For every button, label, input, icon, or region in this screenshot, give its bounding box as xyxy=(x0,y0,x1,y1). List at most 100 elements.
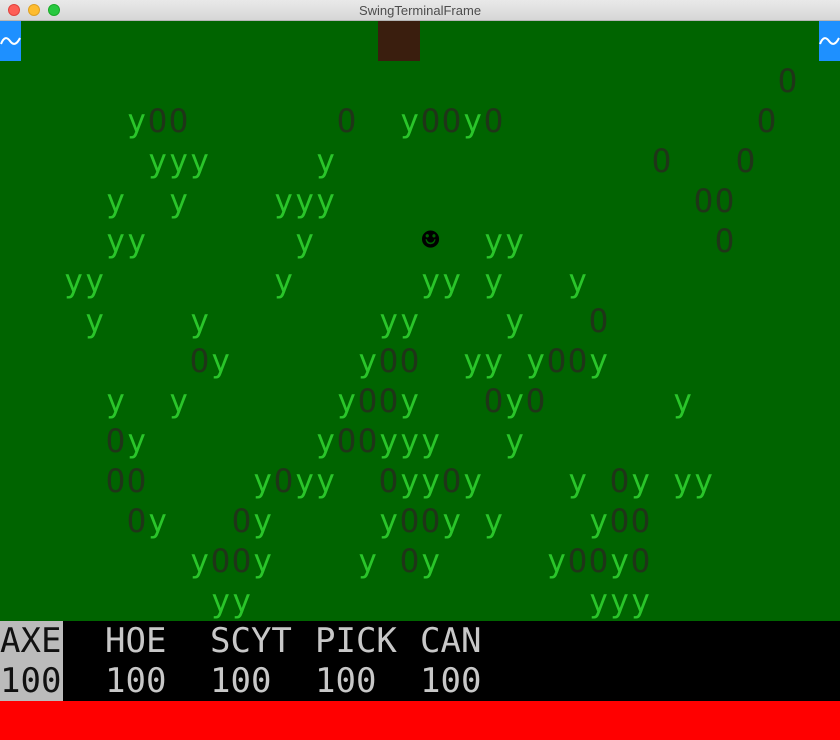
rock-tile: O xyxy=(357,382,378,420)
rock-tile: O xyxy=(567,342,588,380)
grass-tile: y xyxy=(672,462,693,500)
water-tile-right xyxy=(819,21,840,61)
grass-tile: y xyxy=(189,302,210,340)
grass-tile: y xyxy=(420,462,441,500)
grass-tile: y xyxy=(168,382,189,420)
rock-tile: O xyxy=(609,462,630,500)
rock-tile: O xyxy=(693,182,714,220)
rock-tile: O xyxy=(777,62,798,100)
grass-tile: y xyxy=(399,302,420,340)
rock-tile: O xyxy=(126,462,147,500)
grass-tile: y xyxy=(567,262,588,300)
grass-tile: y xyxy=(483,502,504,540)
grass-tile: y xyxy=(462,462,483,500)
rock-tile: O xyxy=(336,102,357,140)
rock-tile: O xyxy=(546,342,567,380)
grass-tile: y xyxy=(315,182,336,220)
grass-tile: y xyxy=(168,142,189,180)
tool-name: SCYT xyxy=(210,621,292,661)
grass-tile: y xyxy=(210,582,231,620)
rock-tile: O xyxy=(273,462,294,500)
rock-tile: O xyxy=(231,502,252,540)
grass-tile: y xyxy=(252,502,273,540)
rock-tile: O xyxy=(483,102,504,140)
window-titlebar: SwingTerminalFrame xyxy=(0,0,840,21)
rock-tile: O xyxy=(147,102,168,140)
grass-tile: y xyxy=(483,342,504,380)
grass-tile: y xyxy=(462,342,483,380)
grass-tile: y xyxy=(294,182,315,220)
grass-tile: y xyxy=(630,582,651,620)
smiley-face-icon: ☻ xyxy=(421,223,440,258)
rock-tile: O xyxy=(105,462,126,500)
tool-count: 100 xyxy=(420,661,482,701)
rock-tile: O xyxy=(378,382,399,420)
grass-tile: y xyxy=(273,262,294,300)
grass-tile: y xyxy=(546,542,567,580)
rock-tile: O xyxy=(399,542,420,580)
grass-tile: y xyxy=(609,582,630,620)
grass-tile: y xyxy=(483,222,504,260)
rock-tile: O xyxy=(210,542,231,580)
tool-slot-can[interactable]: CAN 100 xyxy=(420,621,504,701)
water-tile-left xyxy=(0,21,21,61)
grass-tile: y xyxy=(441,262,462,300)
rock-tile: O xyxy=(630,502,651,540)
grass-tile: y xyxy=(504,302,525,340)
grass-tile: y xyxy=(420,262,441,300)
rock-tile: O xyxy=(630,542,651,580)
grass-tile: y xyxy=(315,142,336,180)
rock-tile: O xyxy=(189,342,210,380)
game-field[interactable]: Oy O O Oy O Oy O Oy y y y O Oy y y y y O Oy y y ☻ y y Oy y y y y y y y y… xyxy=(0,21,840,621)
rock-tile: O xyxy=(609,502,630,540)
tool-name: HOE xyxy=(105,621,167,661)
tool-slot-axe[interactable]: AXE 100 xyxy=(0,621,63,701)
grass-tile: y xyxy=(462,102,483,140)
grass-tile: y xyxy=(504,222,525,260)
rock-tile: O xyxy=(399,342,420,380)
tool-count: 100 xyxy=(210,661,272,701)
grass-tile: y xyxy=(525,342,546,380)
rock-tile: O xyxy=(420,102,441,140)
tool-name: PICK xyxy=(315,621,397,661)
grass-tile: y xyxy=(630,462,651,500)
grass-tile: y xyxy=(672,382,693,420)
grass-tile: y xyxy=(378,422,399,460)
grass-tile: y xyxy=(252,542,273,580)
grass-tile: y xyxy=(315,422,336,460)
grass-tile: y xyxy=(378,502,399,540)
rock-tile: O xyxy=(168,102,189,140)
grass-tile: y xyxy=(567,462,588,500)
grass-tile: y xyxy=(126,422,147,460)
grass-tile: y xyxy=(588,502,609,540)
grass-tile: y xyxy=(588,582,609,620)
grass-tile: y xyxy=(147,502,168,540)
grass-tile: y xyxy=(294,462,315,500)
grass-tile: y xyxy=(315,462,336,500)
tool-slot-pick[interactable]: PICK 100 xyxy=(315,621,399,701)
grass-tile: y xyxy=(588,342,609,380)
water-icon xyxy=(819,37,840,45)
tool-name: CAN xyxy=(420,621,482,661)
rock-tile: O xyxy=(483,382,504,420)
tool-slot-hoe[interactable]: HOE 100 xyxy=(105,621,189,701)
rock-tile: O xyxy=(651,142,672,180)
rock-tile: O xyxy=(714,182,735,220)
health-bar xyxy=(0,701,840,740)
grass-tile: y xyxy=(231,582,252,620)
grass-tile: y xyxy=(504,382,525,420)
rock-tile: O xyxy=(357,422,378,460)
grass-tile: y xyxy=(378,302,399,340)
grass-tile: y xyxy=(147,142,168,180)
rock-tile: O xyxy=(588,302,609,340)
grass-tile: y xyxy=(399,382,420,420)
rock-tile: O xyxy=(420,502,441,540)
grass-tile: y xyxy=(441,502,462,540)
rock-tile: O xyxy=(231,542,252,580)
grass-tile: y xyxy=(483,262,504,300)
grass-tile: y xyxy=(189,542,210,580)
grass-tile: y xyxy=(126,222,147,260)
grass-tile: y xyxy=(399,462,420,500)
grass-tile: y xyxy=(84,302,105,340)
tool-slot-scyt[interactable]: SCYT 100 xyxy=(210,621,294,701)
